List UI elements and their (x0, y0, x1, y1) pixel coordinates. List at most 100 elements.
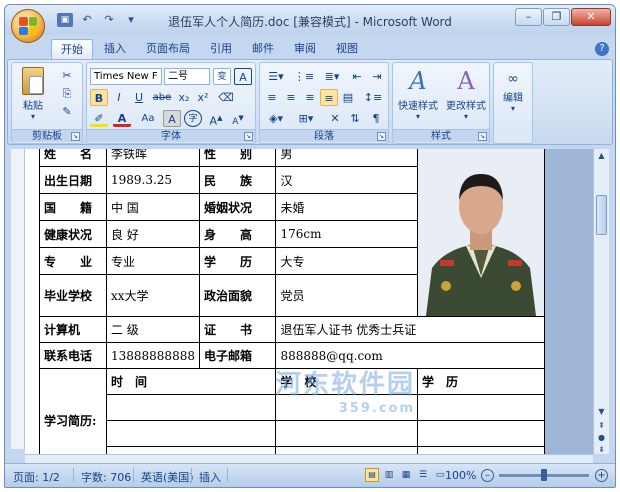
font-color-button[interactable]: A (113, 110, 131, 127)
value-email[interactable]: 888888@qq.com (275, 342, 545, 369)
copy-icon[interactable]: ⎘ (58, 85, 76, 102)
scroll-up-icon[interactable]: ▲ (596, 151, 607, 162)
minimize-button[interactable]: – (515, 8, 542, 26)
tab-home[interactable]: 开始 (51, 39, 93, 59)
next-page-icon[interactable]: ⇟ (596, 445, 607, 456)
bold-button[interactable]: B (90, 89, 108, 106)
font-size-box[interactable]: 二号 (164, 68, 210, 85)
borders-icon[interactable]: ⊞▾ (293, 110, 319, 127)
shrink-font-icon[interactable]: A▼ (229, 110, 247, 127)
edu-cell[interactable] (105, 420, 277, 447)
edu-cell[interactable] (416, 394, 546, 421)
format-painter-icon[interactable]: ✎ (58, 103, 76, 120)
value-major[interactable]: 专业 (105, 247, 200, 276)
status-page[interactable]: 页面: 1/2 (13, 469, 60, 485)
print-layout-view-icon[interactable]: ▤ (365, 468, 379, 482)
scroll-down-icon[interactable]: ▼ (596, 407, 607, 418)
value-ethnicity[interactable]: 汉 (275, 166, 418, 195)
prev-page-icon[interactable]: ⇞ (596, 421, 607, 432)
value-education[interactable]: 大专 (275, 247, 418, 276)
value-certificate[interactable]: 退伍军人证书 优秀士兵证 (275, 316, 545, 343)
scroll-thumb[interactable] (596, 195, 607, 235)
clear-format-icon[interactable]: ⌫ (217, 89, 235, 106)
asian-layout-icon[interactable]: ✕ (326, 110, 344, 127)
subscript-button[interactable]: x₂ (175, 89, 193, 106)
quick-styles-button[interactable]: A 快速样式 ▾ (395, 67, 441, 121)
sort-icon[interactable]: ⇅ (346, 110, 364, 127)
tab-view[interactable]: 视图 (327, 39, 367, 59)
value-birth[interactable]: 1989.3.25 (105, 166, 200, 195)
italic-button[interactable]: I (110, 89, 128, 106)
value-gender[interactable]: 男 (275, 149, 418, 168)
value-political[interactable]: 党员 (275, 274, 418, 317)
edu-cell[interactable] (105, 394, 277, 421)
value-name[interactable]: 李铁晖 (105, 149, 200, 168)
value-phone[interactable]: 13888888888 (105, 342, 200, 369)
close-button[interactable]: ✕ (571, 8, 611, 26)
change-styles-button[interactable]: A 更改样式 ▾ (443, 67, 489, 121)
zoom-level[interactable]: 100% (445, 469, 476, 482)
multilevel-list-icon[interactable]: ≣▾ (319, 68, 345, 85)
numbering-icon[interactable]: ⋮≡ (291, 68, 317, 85)
edu-cell[interactable] (275, 394, 418, 421)
status-mode[interactable]: 插入 (199, 469, 221, 485)
tab-references[interactable]: 引用 (201, 39, 241, 59)
paragraph-launcher-icon[interactable]: ↘ (377, 132, 386, 141)
edu-cell[interactable] (105, 446, 277, 454)
web-layout-view-icon[interactable]: ▦ (399, 468, 413, 482)
font-name-box[interactable]: Times New F (90, 68, 162, 85)
phonetic-guide-icon[interactable]: 变 (213, 68, 231, 85)
strikethrough-button[interactable]: abe (151, 89, 173, 106)
tab-insert[interactable]: 插入 (95, 39, 135, 59)
styles-launcher-icon[interactable]: ↘ (478, 132, 487, 141)
cut-icon[interactable]: ✂ (58, 67, 76, 84)
paste-button[interactable]: 粘贴 ▾ (16, 67, 50, 121)
value-marital[interactable]: 未婚 (275, 193, 418, 222)
editing-button[interactable]: ∞ 编辑 ▾ (496, 71, 530, 113)
superscript-button[interactable]: x² (194, 89, 212, 106)
status-language[interactable]: 英语(美国) (141, 469, 194, 485)
zoom-slider-handle[interactable] (541, 469, 547, 481)
decrease-indent-icon[interactable]: ⇤ (348, 68, 366, 85)
value-school[interactable]: xx大学 (105, 274, 200, 317)
tab-review[interactable]: 审阅 (285, 39, 325, 59)
increase-indent-icon[interactable]: ⇥ (368, 68, 386, 85)
full-screen-view-icon[interactable]: ▥ (382, 468, 396, 482)
edu-cell[interactable] (275, 446, 418, 454)
value-health[interactable]: 良 好 (105, 220, 200, 249)
change-case-button[interactable]: Aa (137, 110, 159, 127)
edu-cell[interactable] (416, 446, 546, 454)
align-right-icon[interactable]: ≡ (301, 89, 319, 106)
browse-object-icon[interactable]: ● (596, 433, 607, 444)
char-border-button[interactable]: A (234, 68, 252, 85)
status-words[interactable]: 字数: 706 (81, 469, 131, 485)
edu-cell[interactable] (275, 420, 418, 447)
vertical-scrollbar[interactable]: ▲ ▼ ⇞ ● ⇟ (593, 149, 609, 454)
restore-button[interactable]: ❐ (543, 8, 570, 26)
underline-button[interactable]: U (130, 89, 148, 106)
value-nationality[interactable]: 中 国 (105, 193, 200, 222)
tab-page-layout[interactable]: 页面布局 (137, 39, 199, 59)
line-spacing-icon[interactable]: ↕≡ (362, 89, 384, 106)
value-height[interactable]: 176cm (275, 220, 418, 249)
outline-view-icon[interactable]: ☰ (416, 468, 430, 482)
distributed-icon[interactable]: ▤ (339, 89, 357, 106)
show-marks-icon[interactable]: ¶ (367, 110, 385, 127)
edu-cell[interactable] (416, 420, 546, 447)
value-computer[interactable]: 二 级 (105, 316, 200, 343)
font-launcher-icon[interactable]: ↘ (244, 132, 253, 141)
enclose-char-icon[interactable]: 字 (184, 110, 202, 127)
grow-font-icon[interactable]: A▲ (207, 110, 225, 128)
office-button[interactable] (11, 9, 45, 43)
shading-icon[interactable]: ◈▾ (263, 110, 289, 127)
zoom-in-icon[interactable]: + (595, 469, 608, 482)
help-icon[interactable]: ? (595, 42, 609, 56)
highlight-icon[interactable]: ✐ (90, 110, 108, 127)
justify-icon[interactable]: ≡ (320, 89, 338, 106)
zoom-out-icon[interactable]: – (481, 469, 494, 482)
bullets-icon[interactable]: ☰▾ (263, 68, 289, 85)
align-center-icon[interactable]: ≡ (282, 89, 300, 106)
tab-mailings[interactable]: 邮件 (243, 39, 283, 59)
clipboard-launcher-icon[interactable]: ↘ (71, 132, 80, 141)
char-shading-icon[interactable]: A (163, 110, 181, 127)
